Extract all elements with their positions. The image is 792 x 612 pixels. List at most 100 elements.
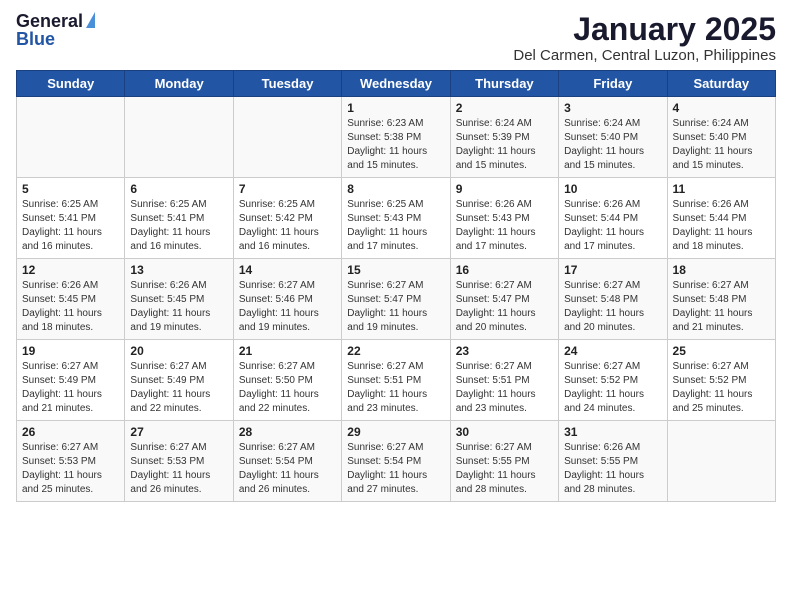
- day-info: Sunrise: 6:27 AMSunset: 5:50 PMDaylight:…: [239, 360, 336, 416]
- day-number: 28: [239, 425, 336, 439]
- calendar-cell: 12 Sunrise: 6:26 AMSunset: 5:45 PMDayligh…: [17, 259, 125, 340]
- calendar-cell: 23 Sunrise: 6:27 AMSunset: 5:51 PMDayligh…: [450, 340, 558, 421]
- day-number: 1: [347, 101, 444, 115]
- day-info: Sunrise: 6:27 AMSunset: 5:46 PMDaylight:…: [239, 279, 336, 335]
- calendar-cell: 19 Sunrise: 6:27 AMSunset: 5:49 PMDayligh…: [17, 340, 125, 421]
- day-info: Sunrise: 6:27 AMSunset: 5:47 PMDaylight:…: [347, 279, 444, 335]
- calendar-cell: 14Sunrise: 6:27 AMSunset: 5:46 PMDayligh…: [233, 259, 341, 340]
- day-info: Sunrise: 6:26 AMSunset: 5:44 PMDaylight:…: [564, 198, 661, 254]
- logo: General Blue: [16, 12, 95, 48]
- calendar-table: Sunday Monday Tuesday Wednesday Thursday…: [16, 70, 776, 502]
- calendar-cell: [17, 97, 125, 178]
- page-container: General Blue January 2025 Del Carmen, Ce…: [0, 0, 792, 510]
- day-info: Sunrise: 6:26 AMSunset: 5:44 PMDaylight:…: [673, 198, 770, 254]
- calendar-cell: 20 Sunrise: 6:27 AMSunset: 5:49 PMDayligh…: [125, 340, 233, 421]
- calendar-cell: 4 Sunrise: 6:24 AMSunset: 5:40 PMDaylight…: [667, 97, 775, 178]
- col-tuesday: Tuesday: [233, 71, 341, 97]
- col-thursday: Thursday: [450, 71, 558, 97]
- day-number: 7: [239, 182, 336, 196]
- calendar-cell: [125, 97, 233, 178]
- day-number: 27: [130, 425, 227, 439]
- col-saturday: Saturday: [667, 71, 775, 97]
- day-number: 22: [347, 344, 444, 358]
- day-info: Sunrise: 6:25 AMSunset: 5:43 PMDaylight:…: [347, 198, 444, 254]
- day-number: 9: [456, 182, 553, 196]
- calendar-cell: 27 Sunrise: 6:27 AMSunset: 5:53 PMDayligh…: [125, 421, 233, 502]
- col-monday: Monday: [125, 71, 233, 97]
- calendar-cell: 9 Sunrise: 6:26 AMSunset: 5:43 PMDaylight…: [450, 178, 558, 259]
- logo-blue-text: Blue: [16, 30, 55, 48]
- calendar-cell: 7 Sunrise: 6:25 AMSunset: 5:42 PMDaylight…: [233, 178, 341, 259]
- calendar-week-3: 12 Sunrise: 6:26 AMSunset: 5:45 PMDayligh…: [17, 259, 776, 340]
- day-number: 15: [347, 263, 444, 277]
- calendar-cell: 1Sunrise: 6:23 AMSunset: 5:38 PMDaylight…: [342, 97, 450, 178]
- day-info: Sunrise: 6:25 AMSunset: 5:42 PMDaylight:…: [239, 198, 336, 254]
- calendar-cell: 3Sunrise: 6:24 AMSunset: 5:40 PMDaylight…: [559, 97, 667, 178]
- calendar-cell: 10 Sunrise: 6:26 AMSunset: 5:44 PMDayligh…: [559, 178, 667, 259]
- day-number: 19: [22, 344, 119, 358]
- calendar-cell: 2Sunrise: 6:24 AMSunset: 5:39 PMDaylight…: [450, 97, 558, 178]
- calendar-cell: 6 Sunrise: 6:25 AMSunset: 5:41 PMDaylight…: [125, 178, 233, 259]
- col-friday: Friday: [559, 71, 667, 97]
- calendar-cell: 5 Sunrise: 6:25 AMSunset: 5:41 PMDaylight…: [17, 178, 125, 259]
- day-info: Sunrise: 6:25 AMSunset: 5:41 PMDaylight:…: [130, 198, 227, 254]
- day-info: Sunrise: 6:27 AMSunset: 5:54 PMDaylight:…: [347, 441, 444, 497]
- day-number: 12: [22, 263, 119, 277]
- calendar-cell: 21Sunrise: 6:27 AMSunset: 5:50 PMDayligh…: [233, 340, 341, 421]
- day-info: Sunrise: 6:27 AMSunset: 5:47 PMDaylight:…: [456, 279, 553, 335]
- calendar-week-5: 26 Sunrise: 6:27 AMSunset: 5:53 PMDayligh…: [17, 421, 776, 502]
- day-number: 4: [673, 101, 770, 115]
- day-number: 26: [22, 425, 119, 439]
- day-number: 23: [456, 344, 553, 358]
- day-info: Sunrise: 6:27 AMSunset: 5:53 PMDaylight:…: [130, 441, 227, 497]
- day-number: 25: [673, 344, 770, 358]
- calendar-cell: 26Sunrise: 6:27 AMSunset: 5:53 PMDayligh…: [17, 421, 125, 502]
- day-number: 10: [564, 182, 661, 196]
- col-sunday: Sunday: [17, 71, 125, 97]
- calendar-cell: 30Sunrise: 6:27 AMSunset: 5:55 PMDayligh…: [450, 421, 558, 502]
- day-info: Sunrise: 6:26 AMSunset: 5:55 PMDaylight:…: [564, 441, 661, 497]
- day-number: 29: [347, 425, 444, 439]
- calendar-cell: 16 Sunrise: 6:27 AMSunset: 5:47 PMDayligh…: [450, 259, 558, 340]
- day-info: Sunrise: 6:27 AMSunset: 5:51 PMDaylight:…: [347, 360, 444, 416]
- calendar-week-1: 1Sunrise: 6:23 AMSunset: 5:38 PMDaylight…: [17, 97, 776, 178]
- calendar-cell: [667, 421, 775, 502]
- calendar-cell: 8Sunrise: 6:25 AMSunset: 5:43 PMDaylight…: [342, 178, 450, 259]
- calendar-cell: [233, 97, 341, 178]
- calendar-week-2: 5 Sunrise: 6:25 AMSunset: 5:41 PMDaylight…: [17, 178, 776, 259]
- day-number: 16: [456, 263, 553, 277]
- day-info: Sunrise: 6:27 AMSunset: 5:49 PMDaylight:…: [22, 360, 119, 416]
- day-info: Sunrise: 6:26 AMSunset: 5:45 PMDaylight:…: [22, 279, 119, 335]
- day-info: Sunrise: 6:27 AMSunset: 5:52 PMDaylight:…: [673, 360, 770, 416]
- day-info: Sunrise: 6:27 AMSunset: 5:51 PMDaylight:…: [456, 360, 553, 416]
- day-number: 30: [456, 425, 553, 439]
- day-info: Sunrise: 6:25 AMSunset: 5:41 PMDaylight:…: [22, 198, 119, 254]
- day-info: Sunrise: 6:26 AMSunset: 5:43 PMDaylight:…: [456, 198, 553, 254]
- day-info: Sunrise: 6:27 AMSunset: 5:49 PMDaylight:…: [130, 360, 227, 416]
- calendar-cell: 29 Sunrise: 6:27 AMSunset: 5:54 PMDayligh…: [342, 421, 450, 502]
- calendar-cell: 15 Sunrise: 6:27 AMSunset: 5:47 PMDayligh…: [342, 259, 450, 340]
- day-number: 11: [673, 182, 770, 196]
- calendar-cell: 25 Sunrise: 6:27 AMSunset: 5:52 PMDayligh…: [667, 340, 775, 421]
- calendar-week-4: 19 Sunrise: 6:27 AMSunset: 5:49 PMDayligh…: [17, 340, 776, 421]
- day-number: 31: [564, 425, 661, 439]
- day-number: 5: [22, 182, 119, 196]
- calendar-cell: 28 Sunrise: 6:27 AMSunset: 5:54 PMDayligh…: [233, 421, 341, 502]
- day-number: 24: [564, 344, 661, 358]
- calendar-header-row: Sunday Monday Tuesday Wednesday Thursday…: [17, 71, 776, 97]
- calendar-cell: 11 Sunrise: 6:26 AMSunset: 5:44 PMDayligh…: [667, 178, 775, 259]
- day-number: 2: [456, 101, 553, 115]
- calendar-cell: 18Sunrise: 6:27 AMSunset: 5:48 PMDayligh…: [667, 259, 775, 340]
- day-info: Sunrise: 6:27 AMSunset: 5:48 PMDaylight:…: [564, 279, 661, 335]
- day-number: 20: [130, 344, 227, 358]
- calendar-cell: 22 Sunrise: 6:27 AMSunset: 5:51 PMDayligh…: [342, 340, 450, 421]
- day-number: 17: [564, 263, 661, 277]
- day-info: Sunrise: 6:27 AMSunset: 5:52 PMDaylight:…: [564, 360, 661, 416]
- day-info: Sunrise: 6:27 AMSunset: 5:54 PMDaylight:…: [239, 441, 336, 497]
- day-number: 6: [130, 182, 227, 196]
- col-wednesday: Wednesday: [342, 71, 450, 97]
- day-info: Sunrise: 6:24 AMSunset: 5:40 PMDaylight:…: [673, 117, 770, 173]
- calendar-cell: 13Sunrise: 6:26 AMSunset: 5:45 PMDayligh…: [125, 259, 233, 340]
- day-number: 18: [673, 263, 770, 277]
- page-subtitle: Del Carmen, Central Luzon, Philippines: [513, 47, 776, 64]
